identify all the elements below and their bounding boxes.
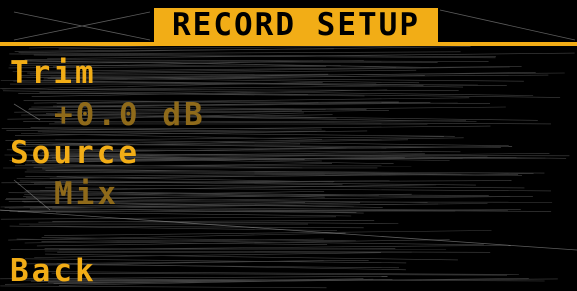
noise-line: [47, 52, 575, 59]
noise-line: [47, 74, 549, 79]
noise-line: [43, 72, 536, 80]
noise-line: [52, 221, 399, 224]
noise-line: [47, 278, 558, 284]
noise-line: [44, 250, 491, 253]
noise-line: [47, 89, 459, 91]
noise-line: [45, 253, 458, 261]
noise-line: [59, 180, 476, 186]
noise-line: [0, 216, 337, 220]
noise-line: [18, 278, 545, 282]
noise-line: [0, 202, 306, 208]
menu-item-source[interactable]: Source: [10, 138, 140, 169]
source-value[interactable]: Mix: [54, 179, 119, 210]
noise-line: [20, 51, 461, 55]
noise-line: [59, 85, 424, 90]
noise-line: [18, 93, 309, 95]
title-bar: RECORD SETUP: [154, 8, 438, 42]
noise-line: [24, 238, 324, 244]
noise-line: [16, 238, 484, 246]
noise-line: [18, 46, 471, 53]
noise-line: [53, 278, 364, 284]
noise-line: [41, 241, 328, 245]
noise-line: [51, 272, 508, 276]
noise-line: [14, 48, 334, 52]
noise-line: [37, 271, 519, 275]
noise-line: [10, 248, 396, 250]
noise-line: [38, 220, 375, 223]
page-title: RECORD SETUP: [172, 6, 420, 43]
noise-line: [36, 239, 450, 247]
noise-line: [41, 237, 356, 242]
menu-item-back[interactable]: Back: [10, 256, 97, 287]
noise-line: [33, 54, 496, 59]
noise-line: [58, 278, 374, 286]
noise-line: [27, 66, 510, 74]
noise-line: [43, 80, 464, 88]
menu-item-trim[interactable]: Trim: [10, 58, 97, 89]
noise-line: [55, 212, 352, 217]
trim-value[interactable]: +0.0 dB: [54, 100, 206, 131]
noise-line: [26, 72, 565, 78]
noise-line: [50, 76, 524, 82]
noise-line: [9, 225, 338, 231]
noise-line: [56, 263, 406, 271]
title-divider: [0, 42, 577, 46]
noise-line: [8, 232, 346, 241]
record-setup-screen: RECORD SETUP Trim +0.0 dB Source Mix Bac…: [0, 0, 577, 291]
noise-line: [29, 225, 364, 229]
noise-line: [49, 173, 534, 179]
noise-line: [45, 170, 462, 175]
noise-line: [44, 230, 492, 236]
noise-line: [39, 92, 365, 97]
noise-line: [45, 187, 552, 192]
noise-line: [59, 245, 511, 250]
